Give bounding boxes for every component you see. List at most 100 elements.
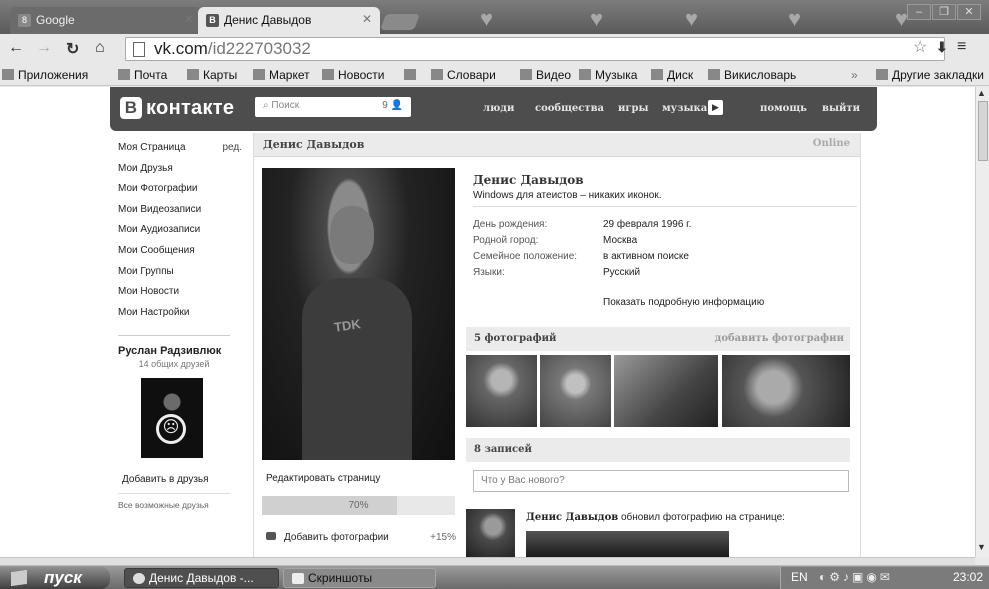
menu-news[interactable]: Мои Новости bbox=[118, 286, 242, 307]
photo-thumb[interactable] bbox=[614, 355, 718, 427]
nav-logout[interactable]: выйти bbox=[822, 103, 860, 114]
profile-photo[interactable]: TDK bbox=[262, 168, 455, 460]
clock[interactable]: 23:02 bbox=[953, 570, 983, 584]
new-tab-button[interactable] bbox=[380, 14, 420, 30]
menu-messages[interactable]: Мои Сообщения bbox=[118, 245, 242, 266]
menu-audio[interactable]: Мои Аудиозаписи bbox=[118, 224, 242, 245]
divider bbox=[118, 335, 230, 337]
photo-thumb[interactable] bbox=[722, 355, 850, 427]
photo-thumb[interactable] bbox=[466, 355, 537, 427]
add-friend-button[interactable]: Добавить в друзья bbox=[122, 474, 242, 485]
show-more-info-link[interactable]: Показать подробную информацию bbox=[603, 297, 764, 308]
menu-settings[interactable]: Мои Настройки bbox=[118, 307, 242, 328]
menu-my-page[interactable]: Моя Страница ред. bbox=[118, 142, 242, 163]
post-avatar[interactable] bbox=[466, 509, 515, 557]
menu-groups[interactable]: Мои Группы bbox=[118, 266, 242, 287]
hometown-link[interactable]: Москва bbox=[603, 235, 637, 246]
divider bbox=[118, 493, 230, 495]
dictionary-icon bbox=[431, 69, 443, 80]
bookmark-ext[interactable] bbox=[404, 68, 420, 82]
post-text: Денис Давыдов обновил фотографию на стра… bbox=[526, 512, 785, 523]
close-tab-icon[interactable]: ✕ bbox=[184, 12, 194, 26]
friend-avatar[interactable]: ☹ bbox=[141, 378, 203, 459]
language-indicator[interactable]: EN bbox=[791, 570, 808, 584]
address-bar[interactable]: vk.com/id222703032 bbox=[125, 37, 945, 61]
bookmark-star-icon[interactable]: ☆ bbox=[913, 37, 927, 57]
user-icon: 👤 bbox=[390, 100, 403, 111]
relationship-link[interactable]: в активном поиске bbox=[603, 251, 689, 262]
apps-grid-icon bbox=[2, 69, 14, 80]
sad-face-icon: ☹ bbox=[156, 414, 186, 445]
browser-toolbar: ← → ↻ ⌂ vk.com/id222703032 ☆ ⬇ ≡ bbox=[0, 34, 989, 64]
bookmark-news[interactable]: Новости bbox=[322, 68, 384, 82]
tray-icons[interactable]: ◐⚙♪▣◉✉ bbox=[819, 570, 893, 584]
edit-link[interactable]: ред. bbox=[222, 142, 242, 153]
scroll-down-icon[interactable]: ▼ bbox=[977, 542, 986, 552]
tab-google[interactable]: 8 Google ✕ bbox=[10, 7, 202, 34]
add-photos-header-link[interactable]: добавить фотографии bbox=[715, 333, 844, 344]
taskbar-browser-window[interactable]: Денис Давыдов -... bbox=[124, 568, 279, 588]
start-button[interactable]: пуск bbox=[0, 567, 110, 589]
photos-count[interactable]: 5 фотографий bbox=[474, 333, 556, 344]
download-icon[interactable]: ⬇ bbox=[936, 39, 948, 56]
bookmark-dictionaries[interactable]: Словари bbox=[431, 68, 496, 82]
more-bookmarks-icon[interactable]: » bbox=[851, 68, 858, 82]
nav-games[interactable]: игры bbox=[618, 103, 649, 114]
tab-label: Денис Давыдов bbox=[224, 13, 312, 27]
back-icon[interactable]: ← bbox=[8, 39, 24, 57]
other-bookmarks[interactable]: Другие закладки bbox=[876, 68, 984, 82]
bookmark-video[interactable]: Видео bbox=[520, 68, 571, 82]
close-window-icon[interactable]: ✕ bbox=[957, 4, 981, 20]
add-photos-link[interactable]: Добавить фотографии +15% bbox=[266, 532, 456, 543]
vk-page: Вконтакте ⌕ Поиск 9 👤 люди сообщества иг… bbox=[0, 87, 975, 557]
tab-vk-profile[interactable]: В Денис Давыдов ✕ bbox=[198, 7, 380, 34]
bookmark-mail[interactable]: Почта bbox=[118, 68, 167, 82]
scroll-thumb[interactable] bbox=[978, 101, 988, 161]
page-icon bbox=[133, 42, 145, 57]
extension-icon bbox=[404, 69, 416, 80]
wall-count[interactable]: 8 записей bbox=[474, 444, 532, 455]
add-photos-percent: +15% bbox=[430, 532, 456, 543]
wall-post-input[interactable]: Что у Вас нового? bbox=[473, 470, 849, 492]
vk-logo[interactable]: Вконтакте bbox=[120, 97, 234, 120]
maximize-icon[interactable]: ❐ bbox=[932, 4, 956, 20]
forward-icon[interactable]: → bbox=[36, 39, 52, 57]
language-link[interactable]: Русский bbox=[603, 267, 640, 278]
photo-thumb[interactable] bbox=[540, 355, 611, 427]
home-icon[interactable]: ⌂ bbox=[95, 39, 105, 57]
windows-logo-icon bbox=[11, 569, 27, 587]
edit-page-button[interactable]: Редактировать страницу bbox=[266, 473, 380, 484]
bookmark-disk[interactable]: Диск bbox=[651, 68, 693, 82]
scroll-up-icon[interactable]: ▲ bbox=[977, 88, 986, 98]
post-author[interactable]: Денис Давыдов bbox=[526, 512, 618, 523]
horizontal-scrollbar[interactable] bbox=[0, 557, 975, 565]
bookmark-maps[interactable]: Карты bbox=[187, 68, 237, 82]
reload-icon[interactable]: ↻ bbox=[66, 39, 79, 59]
nav-music[interactable]: музыка bbox=[662, 103, 707, 114]
nav-help[interactable]: помощь bbox=[760, 103, 807, 114]
bookmark-apps[interactable]: Приложения bbox=[2, 68, 88, 82]
doc-icon bbox=[187, 69, 199, 80]
bookmark-market[interactable]: Маркет bbox=[253, 68, 310, 82]
nav-people[interactable]: люди bbox=[483, 103, 514, 114]
url-host: vk.com bbox=[154, 39, 208, 58]
all-possible-friends-link[interactable]: Все возможные друзья bbox=[118, 500, 242, 510]
taskbar-folder-window[interactable]: Скриншоты bbox=[283, 568, 436, 588]
menu-friends[interactable]: Мои Друзья bbox=[118, 163, 242, 184]
profile-status[interactable]: Windows для атеистов – никаких иконок. bbox=[473, 190, 662, 201]
close-tab-icon[interactable]: ✕ bbox=[362, 12, 372, 26]
menu-videos[interactable]: Мои Видеозаписи bbox=[118, 204, 242, 225]
bookmark-music[interactable]: Музыка bbox=[579, 68, 637, 82]
menu-photos[interactable]: Мои Фотографии bbox=[118, 183, 242, 204]
search-input[interactable]: ⌕ Поиск 9 👤 bbox=[255, 97, 411, 117]
birthday-link[interactable]: 29 февраля 1996 г. bbox=[603, 219, 691, 230]
vertical-scrollbar[interactable]: ▲ ▼ bbox=[975, 87, 989, 557]
minimize-icon[interactable]: – bbox=[907, 4, 931, 20]
friend-suggestion-name[interactable]: Руслан Радзивлюк bbox=[118, 345, 242, 357]
menu-icon[interactable]: ≡ bbox=[957, 38, 966, 56]
nav-communities[interactable]: сообщества bbox=[535, 103, 604, 114]
play-icon[interactable]: ▶ bbox=[708, 100, 723, 115]
folder-icon bbox=[876, 69, 888, 80]
post-image[interactable] bbox=[526, 531, 729, 557]
bookmark-wiktionary[interactable]: Викисловарь bbox=[708, 68, 796, 82]
